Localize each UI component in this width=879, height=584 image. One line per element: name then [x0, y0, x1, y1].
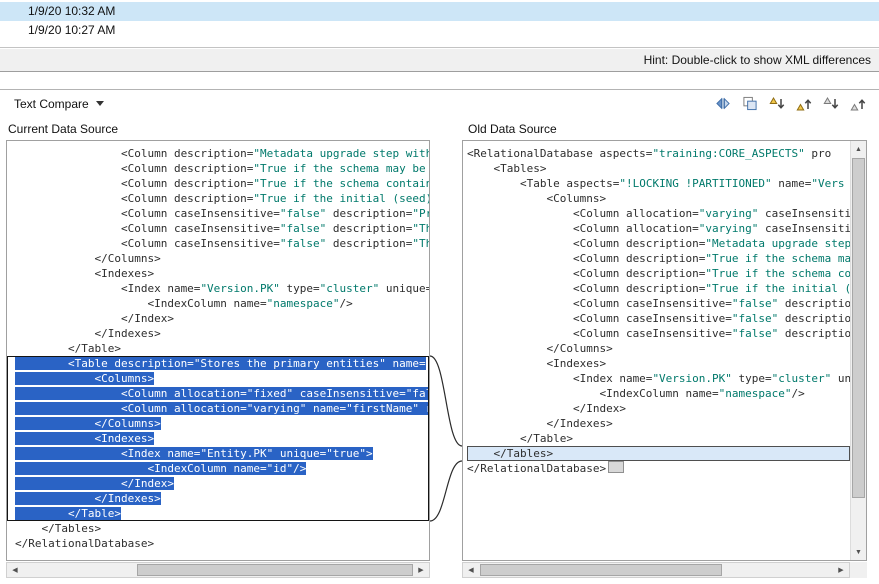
- code-line[interactable]: <Column caseInsensitive="false" descript…: [467, 311, 850, 326]
- code-line[interactable]: <Column allocation="varying" caseInsensi…: [467, 221, 850, 236]
- next-difference-icon[interactable]: [766, 93, 788, 115]
- code-line[interactable]: </Columns>: [15, 251, 429, 266]
- code-line[interactable]: <Column description="True if the schema …: [15, 161, 429, 176]
- text-compare-label: Text Compare: [14, 97, 89, 111]
- code-line[interactable]: <Columns>: [467, 191, 850, 206]
- copy-all-left-to-right-icon[interactable]: [739, 93, 761, 115]
- code-line[interactable]: <Column description="True if the schema …: [15, 176, 429, 191]
- hint-bar: Hint: Double-click to show XML differenc…: [0, 49, 879, 72]
- code-line[interactable]: <Column caseInsensitive="false" descript…: [15, 206, 429, 221]
- scroll-up-arrow-icon[interactable]: ▲: [851, 141, 866, 157]
- right-pane-title: Old Data Source: [468, 122, 557, 136]
- code-line[interactable]: </Indexes>: [467, 416, 850, 431]
- code-line[interactable]: <Index name="Version.PK" type="cluster" …: [15, 281, 429, 296]
- scroll-down-arrow-icon[interactable]: ▼: [851, 544, 866, 560]
- code-line[interactable]: <Tables>: [467, 161, 850, 176]
- diff-connector: [430, 140, 462, 561]
- history-row[interactable]: 1/9/20 10:32 AM: [0, 2, 879, 21]
- toolbar-icons: [712, 93, 871, 115]
- code-line[interactable]: <Column description="True if the initial…: [15, 191, 429, 206]
- text-compare-dropdown[interactable]: Text Compare: [8, 93, 110, 115]
- code-line[interactable]: <Column allocation="varying" name="first…: [15, 401, 429, 416]
- scroll-right-arrow-icon[interactable]: ▶: [833, 563, 849, 577]
- insertion-marker: [608, 461, 624, 473]
- code-line[interactable]: <Column caseInsensitive="false" descript…: [467, 296, 850, 311]
- code-line[interactable]: </Index>: [15, 311, 429, 326]
- scroll-left-arrow-icon[interactable]: ◀: [7, 563, 23, 577]
- code-line[interactable]: <Indexes>: [15, 431, 429, 446]
- code-line[interactable]: <Column description="True if the initial…: [467, 281, 850, 296]
- vertical-scrollbar-thumb[interactable]: [852, 158, 865, 498]
- scroll-left-arrow-icon[interactable]: ◀: [463, 563, 479, 577]
- code-line[interactable]: </Indexes>: [15, 491, 429, 506]
- code-line[interactable]: <Column caseInsensitive="false" descript…: [15, 221, 429, 236]
- pane-headers: Current Data Source Old Data Source: [0, 117, 879, 140]
- hint-text: Hint: Double-click to show XML differenc…: [644, 53, 871, 67]
- code-line[interactable]: </Index>: [467, 401, 850, 416]
- code-line[interactable]: </RelationalDatabase>: [15, 536, 429, 551]
- history-row[interactable]: 1/9/20 10:27 AM: [0, 21, 879, 40]
- code-line[interactable]: <Index name="Entity.PK" unique="true">: [15, 446, 429, 461]
- horizontal-scrollbar-right[interactable]: ◀ ▶: [462, 562, 850, 578]
- code-line[interactable]: </Table>: [467, 431, 850, 446]
- code-line[interactable]: <Columns>: [15, 371, 429, 386]
- code-line[interactable]: <IndexColumn name="namespace"/>: [15, 296, 429, 311]
- code-line[interactable]: </Columns>: [15, 416, 429, 431]
- left-code[interactable]: <Column description="Metadata upgrade st…: [7, 141, 429, 560]
- code-line[interactable]: </Columns>: [467, 341, 850, 356]
- code-line[interactable]: <Table aspects="!LOCKING !PARTITIONED" n…: [467, 176, 850, 191]
- horizontal-scrollbar-right-thumb[interactable]: [480, 564, 722, 576]
- code-line[interactable]: </Tables>: [15, 521, 429, 536]
- chevron-down-icon: [96, 101, 104, 106]
- horizontal-scrollbar-left-thumb[interactable]: [137, 564, 413, 576]
- right-code[interactable]: <RelationalDatabase aspects="training:CO…: [463, 141, 850, 560]
- left-pane[interactable]: <Column description="Metadata upgrade st…: [6, 140, 430, 561]
- code-line[interactable]: <IndexColumn name="id"/>: [15, 461, 429, 476]
- code-line[interactable]: <RelationalDatabase aspects="training:CO…: [467, 146, 850, 161]
- code-line[interactable]: </Index>: [15, 476, 429, 491]
- code-line[interactable]: <Indexes>: [15, 266, 429, 281]
- swap-panes-icon[interactable]: [712, 93, 734, 115]
- scrollbar-corner: [850, 562, 867, 578]
- code-line[interactable]: <Column caseInsensitive="false" descript…: [15, 236, 429, 251]
- code-line[interactable]: <Column description="Metadata upgrade st…: [467, 236, 850, 251]
- code-line[interactable]: </RelationalDatabase>: [467, 461, 850, 476]
- code-line[interactable]: <Index name="Version.PK" type="cluster" …: [467, 371, 850, 386]
- right-pane[interactable]: <RelationalDatabase aspects="training:CO…: [462, 140, 867, 561]
- code-line[interactable]: <Column caseInsensitive="false" descript…: [467, 326, 850, 341]
- horizontal-scrollbar-left[interactable]: ◀ ▶: [6, 562, 430, 578]
- code-line[interactable]: <IndexColumn name="namespace"/>: [467, 386, 850, 401]
- compare-toolbar: Text Compare: [0, 89, 879, 117]
- code-line[interactable]: <Table description="Stores the primary e…: [15, 356, 429, 371]
- next-change-icon[interactable]: [820, 93, 842, 115]
- code-line[interactable]: <Column allocation="fixed" caseInsensiti…: [15, 386, 429, 401]
- previous-difference-icon[interactable]: [793, 93, 815, 115]
- code-line[interactable]: <Column description="Metadata upgrade st…: [15, 146, 429, 161]
- code-line[interactable]: </Tables>: [467, 446, 850, 461]
- code-line[interactable]: <Indexes>: [467, 356, 850, 371]
- compare-window: 1/9/20 10:32 AM1/9/20 10:27 AM Hint: Dou…: [0, 0, 879, 584]
- code-line[interactable]: </Table>: [15, 341, 429, 356]
- left-pane-title: Current Data Source: [8, 122, 118, 136]
- code-line[interactable]: </Table>: [15, 506, 429, 521]
- vertical-scrollbar[interactable]: ▲ ▼: [850, 141, 866, 560]
- code-line[interactable]: </Indexes>: [15, 326, 429, 341]
- history-list: 1/9/20 10:32 AM1/9/20 10:27 AM: [0, 0, 879, 48]
- code-line[interactable]: <Column description="True if the schema …: [467, 266, 850, 281]
- code-line[interactable]: <Column description="True if the schema …: [467, 251, 850, 266]
- previous-change-icon[interactable]: [847, 93, 869, 115]
- code-line[interactable]: <Column allocation="varying" caseInsensi…: [467, 206, 850, 221]
- scroll-right-arrow-icon[interactable]: ▶: [413, 563, 429, 577]
